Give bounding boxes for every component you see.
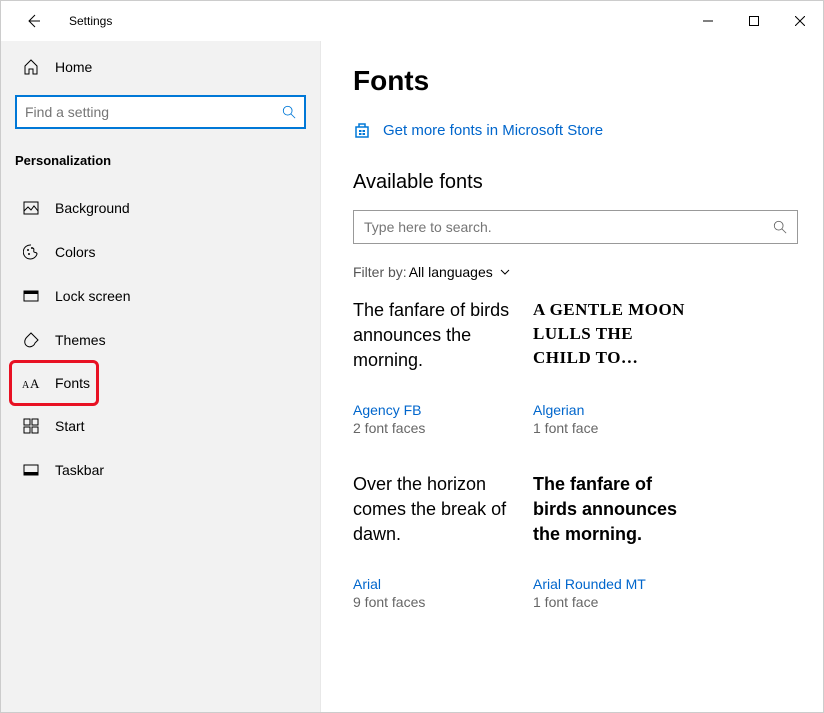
lockscreen-icon [21,286,41,306]
home-label: Home [55,59,92,75]
font-card-algerian[interactable]: A gentle moon lulls the child to… Algeri… [533,298,693,436]
fonts-icon: AA [21,373,41,393]
back-button[interactable] [21,9,45,33]
sidebar-item-label: Lock screen [55,288,130,304]
font-sample: A gentle moon lulls the child to… [533,298,693,390]
font-name: Agency FB [353,402,513,418]
minimize-button[interactable] [685,5,731,37]
font-card-agency[interactable]: The fanfare of birds announces the morni… [353,298,513,436]
sidebar-item-label: Themes [55,332,106,348]
taskbar-icon [21,460,41,480]
sidebar-item-label: Background [55,200,130,216]
svg-text:A: A [30,376,40,391]
window-title: Settings [69,14,112,28]
sidebar-item-fonts[interactable]: AA Fonts [9,360,99,406]
available-fonts-title: Available fonts [353,171,791,194]
search-icon [773,220,787,234]
sidebar-item-lockscreen[interactable]: Lock screen [1,274,320,318]
font-name: Arial [353,576,513,592]
home-icon [21,57,41,77]
font-faces: 2 font faces [353,420,513,436]
sidebar-item-label: Fonts [55,375,90,391]
start-icon [21,416,41,436]
themes-icon [21,330,41,350]
search-input[interactable] [25,104,282,120]
font-name: Algerian [533,402,693,418]
font-faces: 1 font face [533,594,693,610]
sidebar-item-themes[interactable]: Themes [1,318,320,362]
sidebar-search[interactable] [15,95,306,129]
sidebar-item-colors[interactable]: Colors [1,230,320,274]
font-search-input[interactable] [364,219,773,235]
font-sample: Over the horizon comes the break of dawn… [353,472,513,564]
filter-dropdown[interactable]: Filter by: All languages [353,264,791,280]
sidebar-item-label: Start [55,418,85,434]
chevron-down-icon [499,266,511,278]
font-name: Arial Rounded MT [533,576,693,592]
main-pane: Fonts Get more fonts in Microsoft Store … [321,41,823,712]
font-faces: 1 font face [533,420,693,436]
home-nav[interactable]: Home [1,47,320,87]
svg-text:A: A [22,380,30,391]
maximize-button[interactable] [731,5,777,37]
font-card-arial-rounded[interactable]: The fanfare of birds announces the morni… [533,472,693,610]
sidebar: Home Personalization Background Colors [1,41,321,712]
font-sample: The fanfare of birds announces the morni… [353,298,513,390]
filter-label: Filter by: [353,264,407,280]
store-icon [353,121,371,139]
font-sample: The fanfare of birds announces the morni… [533,472,693,564]
palette-icon [21,242,41,262]
search-icon [282,105,296,119]
close-button[interactable] [777,5,823,37]
section-label: Personalization [1,147,320,186]
store-link[interactable]: Get more fonts in Microsoft Store [353,121,791,139]
font-faces: 9 font faces [353,594,513,610]
store-link-text: Get more fonts in Microsoft Store [383,122,603,139]
filter-value: All languages [409,264,493,280]
sidebar-item-label: Colors [55,244,95,260]
sidebar-item-taskbar[interactable]: Taskbar [1,448,320,492]
font-search[interactable] [353,210,798,244]
font-card-arial[interactable]: Over the horizon comes the break of dawn… [353,472,513,610]
picture-icon [21,198,41,218]
page-title: Fonts [353,65,791,97]
sidebar-item-label: Taskbar [55,462,104,478]
sidebar-item-start[interactable]: Start [1,404,320,448]
sidebar-item-background[interactable]: Background [1,186,320,230]
